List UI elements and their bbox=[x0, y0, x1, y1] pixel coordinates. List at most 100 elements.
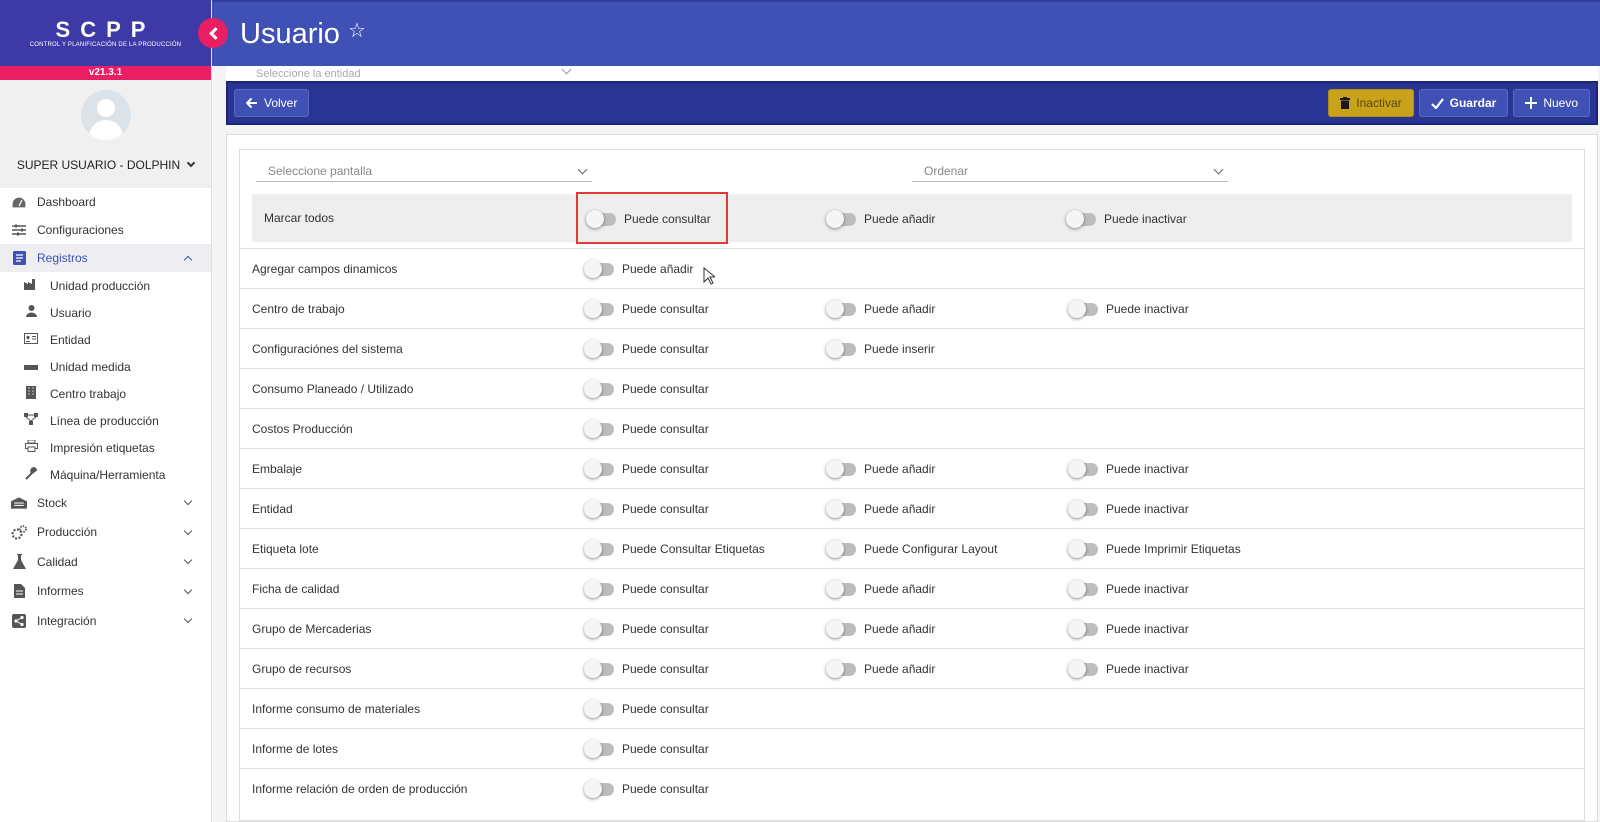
permission-toggle-item[interactable]: Puede inactivar bbox=[1068, 459, 1189, 478]
star-icon[interactable]: ☆ bbox=[348, 18, 366, 43]
permission-toggle-item[interactable]: Puede inactivar bbox=[1068, 499, 1189, 518]
toggle-switch[interactable] bbox=[584, 659, 614, 678]
permission-toggle-item[interactable]: Puede consultar bbox=[584, 659, 709, 678]
ordenar-select[interactable]: Ordenar bbox=[912, 160, 1228, 182]
inactivar-button[interactable]: Inactivar bbox=[1328, 89, 1414, 117]
toggle-switch[interactable] bbox=[584, 379, 614, 398]
sidebar-subitem-usuario[interactable]: Usuario bbox=[0, 299, 211, 326]
sidebar-item-informes[interactable]: Informes bbox=[0, 577, 211, 607]
toggle-switch[interactable] bbox=[826, 459, 856, 478]
toggle-switch[interactable] bbox=[584, 499, 614, 518]
toggle-switch[interactable] bbox=[826, 209, 856, 228]
permission-row-label: Agregar campos dinamicos bbox=[252, 262, 398, 276]
sidebar-subitem-unidad-produccion[interactable]: Unidad producción bbox=[0, 272, 211, 299]
sidebar-subitem-label: Entidad bbox=[50, 332, 91, 347]
permission-toggle-item[interactable]: Puede añadir bbox=[826, 619, 935, 638]
toggle-switch[interactable] bbox=[1066, 209, 1096, 228]
toggle-switch[interactable] bbox=[584, 339, 614, 358]
toggle-switch[interactable] bbox=[1068, 619, 1098, 638]
permission-toggle-item[interactable]: Puede consultar bbox=[584, 419, 709, 438]
toggle-switch[interactable] bbox=[1068, 579, 1098, 598]
pantalla-select[interactable]: Seleccione pantalla bbox=[256, 160, 592, 182]
toggle-switch[interactable] bbox=[1068, 299, 1098, 318]
toggle-switch[interactable] bbox=[1068, 659, 1098, 678]
sidebar-subitem-maquina-herramienta[interactable]: Máquina/Herramienta bbox=[0, 461, 211, 488]
sidebar-subitem-impresion-etiquetas[interactable]: Impresión etiquetas bbox=[0, 434, 211, 461]
toggle-switch[interactable] bbox=[584, 299, 614, 318]
collapse-sidebar-button[interactable] bbox=[198, 18, 228, 48]
sidebar-item-integracion[interactable]: Integración bbox=[0, 606, 211, 636]
sidebar-subitem-unidad-medida[interactable]: Unidad medida bbox=[0, 353, 211, 380]
permission-toggle-item[interactable]: Puede consultar bbox=[584, 379, 709, 398]
sidebar-subitem-linea-produccion[interactable]: Línea de producción bbox=[0, 407, 211, 434]
toggle-switch[interactable] bbox=[584, 619, 614, 638]
permission-toggle-item[interactable]: Puede consultar bbox=[584, 299, 709, 318]
user-menu[interactable]: SUPER USUARIO - DOLPHIN bbox=[17, 158, 196, 172]
permission-toggle-item[interactable]: Puede consultar bbox=[584, 739, 709, 758]
toggle-switch[interactable] bbox=[584, 259, 614, 278]
permission-toggle-item[interactable]: Puede consultar bbox=[584, 699, 709, 718]
toggle-switch[interactable] bbox=[584, 419, 614, 438]
sidebar-item-dashboard[interactable]: Dashboard bbox=[0, 188, 211, 216]
permission-row: Centro de trabajo Puede consultar Puede añ… bbox=[240, 288, 1584, 328]
sidebar-item-calidad[interactable]: Calidad bbox=[0, 547, 211, 577]
permission-toggle-item[interactable]: Puede inserir bbox=[826, 339, 935, 358]
sidebar-item-configuraciones[interactable]: Configuraciones bbox=[0, 216, 211, 244]
permission-toggle-item[interactable]: Puede añadir bbox=[826, 299, 935, 318]
toggle-switch[interactable] bbox=[826, 299, 856, 318]
guardar-button[interactable]: Guardar bbox=[1418, 89, 1509, 117]
nuevo-button[interactable]: Nuevo bbox=[1513, 89, 1590, 117]
building-icon bbox=[24, 385, 38, 402]
permission-toggle-item[interactable]: Puede consultar bbox=[584, 339, 709, 358]
toggle-switch[interactable] bbox=[584, 699, 614, 718]
permission-label: Puede Consultar Etiquetas bbox=[622, 542, 765, 556]
toggle-switch[interactable] bbox=[1068, 499, 1098, 518]
action-toolbar: Volver Inactivar Guardar Nuevo bbox=[226, 81, 1598, 125]
toggle-switch[interactable] bbox=[1068, 459, 1098, 478]
mark-all-anadir[interactable]: Puede añadir bbox=[826, 209, 935, 228]
toggle-switch[interactable] bbox=[584, 459, 614, 478]
toggle-switch[interactable] bbox=[826, 539, 856, 558]
permission-row-label: Grupo de recursos bbox=[252, 662, 352, 676]
volver-button[interactable]: Volver bbox=[234, 89, 310, 117]
permission-toggle-item[interactable]: Puede consultar bbox=[584, 579, 709, 598]
permission-toggle-item[interactable]: Puede añadir bbox=[826, 499, 935, 518]
permission-toggle-item[interactable]: Puede consultar bbox=[584, 459, 709, 478]
permission-toggle-item[interactable]: Puede inactivar bbox=[1068, 619, 1189, 638]
permission-toggle-item[interactable]: Puede añadir bbox=[584, 259, 693, 278]
toggle-switch[interactable] bbox=[584, 779, 614, 798]
toggle-switch[interactable] bbox=[584, 739, 614, 758]
permission-toggle-item[interactable]: Puede inactivar bbox=[1068, 659, 1189, 678]
guardar-label: Guardar bbox=[1449, 96, 1497, 110]
sidebar-item-produccion[interactable]: Producción bbox=[0, 518, 211, 548]
permission-toggle-item[interactable]: Puede añadir bbox=[826, 659, 935, 678]
permission-toggle-item[interactable]: Puede Imprimir Etiquetas bbox=[1068, 539, 1241, 558]
permission-toggle-item[interactable]: Puede inactivar bbox=[1068, 579, 1189, 598]
permission-toggle-item[interactable]: Puede consultar bbox=[584, 619, 709, 638]
entity-select[interactable]: Seleccione la entidad bbox=[226, 66, 1598, 82]
permission-toggle-item[interactable]: Puede consultar bbox=[584, 499, 709, 518]
permission-toggle-item[interactable]: Puede consultar bbox=[584, 779, 709, 798]
mark-all-inactivar[interactable]: Puede inactivar bbox=[1066, 209, 1187, 228]
toggle-switch[interactable] bbox=[826, 339, 856, 358]
sidebar-item-registros[interactable]: Registros bbox=[0, 244, 211, 272]
person-icon bbox=[24, 305, 38, 320]
sidebar-subitem-label: Unidad medida bbox=[50, 359, 131, 374]
sidebar-subitem-centro-trabajo[interactable]: Centro trabajo bbox=[0, 380, 211, 407]
sidebar-item-stock[interactable]: Stock bbox=[0, 488, 211, 518]
toggle-switch[interactable] bbox=[826, 579, 856, 598]
toggle-switch[interactable] bbox=[584, 539, 614, 558]
permission-toggle-item[interactable]: Puede añadir bbox=[826, 459, 935, 478]
chevron-down-icon bbox=[183, 526, 193, 535]
toggle-switch[interactable] bbox=[1068, 539, 1098, 558]
permission-toggle-item[interactable]: Puede inactivar bbox=[1068, 299, 1189, 318]
permission-toggle-item[interactable]: Puede Configurar Layout bbox=[826, 539, 997, 558]
toggle-switch[interactable] bbox=[584, 579, 614, 598]
toggle-switch[interactable] bbox=[826, 499, 856, 518]
permission-label: Puede consultar bbox=[622, 342, 709, 356]
toggle-switch[interactable] bbox=[826, 619, 856, 638]
toggle-switch[interactable] bbox=[826, 659, 856, 678]
permission-toggle-item[interactable]: Puede añadir bbox=[826, 579, 935, 598]
permission-toggle-item[interactable]: Puede Consultar Etiquetas bbox=[584, 539, 765, 558]
sidebar-subitem-entidad[interactable]: Entidad bbox=[0, 326, 211, 353]
